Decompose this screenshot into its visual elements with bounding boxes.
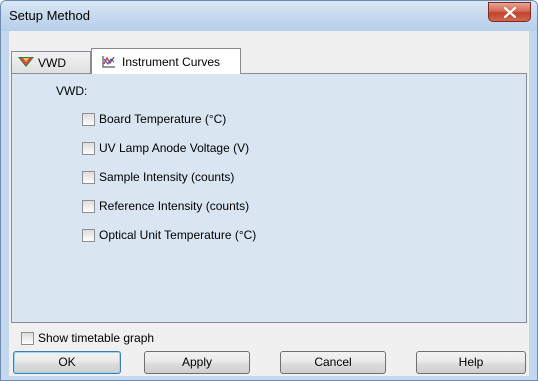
vwd-group-label: VWD:	[56, 84, 88, 98]
show-timetable-checkbox[interactable]	[21, 332, 34, 345]
title-bar[interactable]: Setup Method	[1, 1, 537, 31]
checkbox[interactable]	[82, 142, 95, 155]
window-title: Setup Method	[9, 8, 90, 23]
checkbox[interactable]	[82, 113, 95, 126]
help-button[interactable]: Help	[416, 351, 526, 374]
vwd-detector-icon	[18, 57, 34, 71]
dialog-client-area: VWD Instrument Curves VWD: Board Tempera…	[9, 31, 529, 376]
setup-method-dialog: Setup Method VWD Instrument Curves VWD: …	[0, 0, 538, 381]
cancel-button[interactable]: Cancel	[280, 351, 386, 374]
checkbox[interactable]	[82, 229, 95, 242]
curves-icon	[102, 55, 116, 71]
checkbox-label: Optical Unit Temperature (°C)	[99, 228, 257, 242]
close-icon	[504, 7, 516, 18]
ok-button[interactable]: OK	[13, 351, 121, 374]
checkbox[interactable]	[82, 171, 95, 184]
instrument-curves-panel: VWD: Board Temperature (°C) UV Lamp Anod…	[11, 73, 527, 323]
checkbox-label: Sample Intensity (counts)	[99, 170, 235, 184]
checkbox-label: Board Temperature (°C)	[99, 112, 227, 126]
tab-vwd-label: VWD	[38, 56, 66, 70]
checkbox-label: Reference Intensity (counts)	[99, 199, 250, 213]
show-timetable-label: Show timetable graph	[38, 331, 155, 345]
checkbox[interactable]	[82, 200, 95, 213]
apply-button[interactable]: Apply	[144, 351, 250, 374]
tab-instrument-curves[interactable]: Instrument Curves	[91, 48, 241, 74]
close-button[interactable]	[488, 2, 531, 22]
tab-vwd[interactable]: VWD	[11, 51, 91, 73]
tab-instrument-curves-label: Instrument Curves	[122, 55, 221, 69]
checkbox-label: UV Lamp Anode Voltage (V)	[99, 141, 250, 155]
